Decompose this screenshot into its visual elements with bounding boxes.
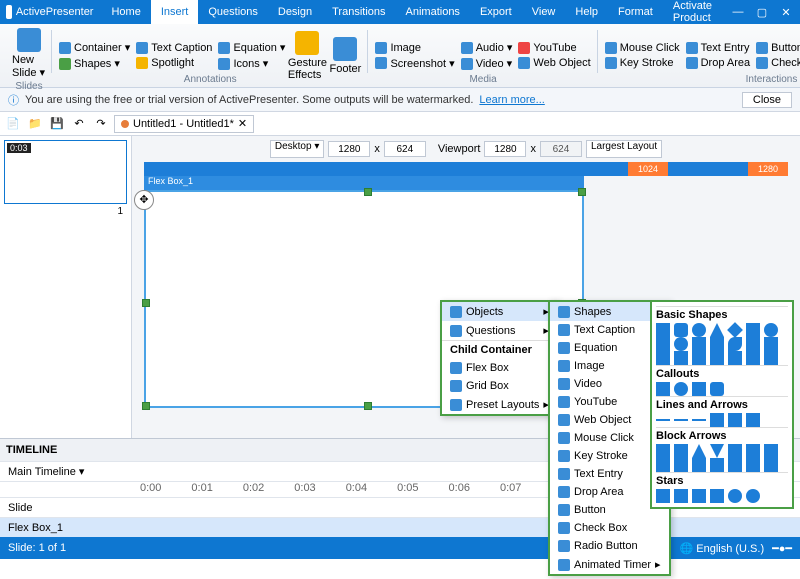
submenu-timer[interactable]: Animated Timer▸ (550, 555, 669, 574)
info-icon: ⓘ (8, 92, 19, 108)
slide-counter: Slide: 1 of 1 (8, 542, 66, 554)
new-icon[interactable]: 📄 (4, 115, 22, 133)
language-selector[interactable]: 🌐 English (U.S.) (679, 542, 764, 555)
timeline-row-flexbox[interactable]: Flex Box_1 (0, 522, 132, 534)
activate-product[interactable]: Activate Product (663, 0, 722, 24)
footer-button[interactable]: Footer (326, 35, 364, 77)
video-button[interactable]: Video ▾ (458, 56, 516, 71)
tab-insert[interactable]: Insert (151, 0, 199, 24)
redo-icon[interactable]: ↷ (92, 115, 110, 133)
slide-number: 1 (4, 204, 127, 219)
shapes-gallery[interactable]: Basic Shapes Callouts Lines and Arrows B… (650, 300, 794, 509)
maximize-icon[interactable]: ▢ (754, 6, 770, 19)
save-icon[interactable]: 💾 (48, 115, 66, 133)
document-tab[interactable]: Untitled1 - Untitled1*✕ (114, 115, 254, 133)
tab-close-icon[interactable]: ✕ (238, 117, 247, 130)
app-title: ActivePresenter (16, 6, 94, 18)
tab-transitions[interactable]: Transitions (322, 0, 395, 24)
audio-button[interactable]: Audio ▾ (458, 40, 516, 55)
image-button[interactable]: Image (372, 41, 457, 55)
mouseclick-button[interactable]: Mouse Click (602, 41, 683, 55)
webobject-button[interactable]: Web Object (515, 56, 593, 70)
timeline-dropdown[interactable]: Main Timeline ▾ (0, 465, 132, 478)
infobar-close-button[interactable]: Close (742, 92, 792, 108)
tab-home[interactable]: Home (101, 0, 150, 24)
menu-flexbox[interactable]: Flex Box (442, 359, 557, 377)
learn-more-link[interactable]: Learn more... (479, 94, 544, 106)
spotlight-button[interactable]: Spotlight (133, 56, 215, 70)
youtube-button[interactable]: YouTube (515, 41, 593, 55)
open-icon[interactable]: 📁 (26, 115, 44, 133)
move-icon[interactable]: ✥ (134, 190, 154, 210)
minimize-icon[interactable]: — (730, 6, 746, 19)
button-button[interactable]: Button (753, 41, 800, 55)
equation-button[interactable]: Equation ▾ (215, 40, 288, 55)
tab-view[interactable]: View (522, 0, 566, 24)
gesture-button[interactable]: Gesture Effects (288, 29, 326, 83)
droparea-button[interactable]: Drop Area (683, 56, 754, 70)
new-slide-button[interactable]: New Slide ▾ (10, 26, 48, 81)
zoom-slider[interactable]: ━●━ (772, 542, 792, 555)
info-text: You are using the free or trial version … (25, 94, 473, 106)
tab-export[interactable]: Export (470, 0, 522, 24)
tab-design[interactable]: Design (268, 0, 322, 24)
checkbox-button[interactable]: Check Box (753, 56, 800, 70)
device-select[interactable]: Desktop ▾ (270, 140, 324, 158)
menu-gridbox[interactable]: Grid Box (442, 377, 557, 395)
submenu-checkbox[interactable]: Check Box (550, 519, 669, 537)
tab-animations[interactable]: Animations (396, 0, 470, 24)
viewport-w-input[interactable] (484, 141, 526, 157)
undo-icon[interactable]: ↶ (70, 115, 88, 133)
slide-thumbnail[interactable]: 0:03 (4, 140, 127, 204)
breakpoint-ruler[interactable]: 1024 1280 (144, 162, 788, 176)
width-input[interactable] (328, 141, 370, 157)
tab-format[interactable]: Format (608, 0, 663, 24)
menu-questions[interactable]: Questions▸ (442, 321, 557, 340)
menu-objects[interactable]: Objects▸ (442, 302, 557, 321)
container-button[interactable]: Container ▾ (56, 40, 133, 55)
text-caption-button[interactable]: Text Caption (133, 41, 215, 55)
textentry-button[interactable]: Text Entry (683, 41, 754, 55)
tab-help[interactable]: Help (565, 0, 608, 24)
tab-questions[interactable]: Questions (198, 0, 268, 24)
viewport-h-input[interactable] (540, 141, 582, 157)
keystroke-button[interactable]: Key Stroke (602, 56, 683, 70)
layout-button[interactable]: Largest Layout (586, 140, 662, 158)
shapes-button[interactable]: Shapes ▾ (56, 56, 133, 71)
close-icon[interactable]: ✕ (778, 6, 794, 19)
menu-preset-layouts[interactable]: Preset Layouts▸ (442, 395, 557, 414)
screenshot-button[interactable]: Screenshot ▾ (372, 56, 457, 71)
app-icon (6, 5, 12, 19)
timeline-title: TIMELINE (6, 444, 57, 456)
height-input[interactable] (384, 141, 426, 157)
icons-button[interactable]: Icons ▾ (215, 56, 288, 71)
submenu-radio[interactable]: Radio Button (550, 537, 669, 555)
timeline-row-slide[interactable]: Slide (0, 502, 132, 514)
